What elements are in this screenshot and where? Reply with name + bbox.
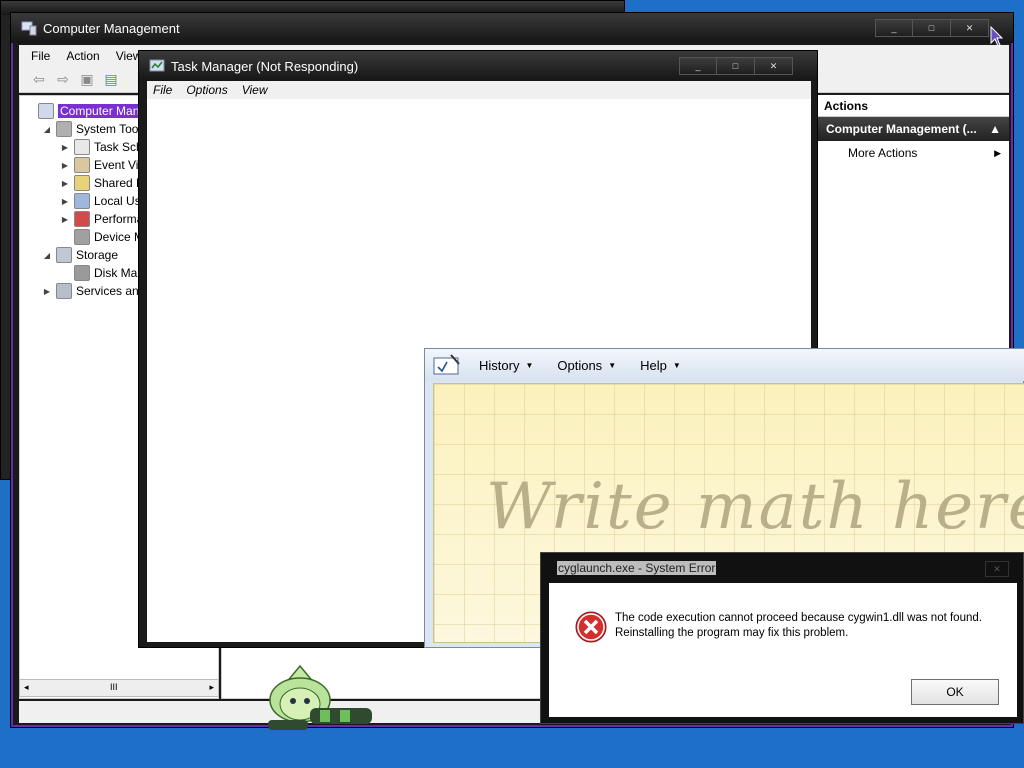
submenu-arrow-icon: ▶ (994, 147, 1001, 158)
expanded-arrow-icon[interactable]: ◢ (42, 125, 52, 134)
close-button[interactable]: ✕ (951, 19, 989, 37)
dropdown-caret-icon: ▼ (672, 360, 681, 370)
scroll-left-icon[interactable]: ◂ (24, 682, 29, 693)
cm-title: Computer Management (43, 20, 180, 36)
users-icon (74, 193, 90, 209)
dropdown-caret-icon: ▼ (525, 360, 534, 370)
cm-titlebar[interactable]: Computer Management _ □ ✕ (11, 13, 1013, 43)
error-message-line2: Reinstalling the program may fix this pr… (615, 627, 849, 639)
tm-menu-options[interactable]: Options (186, 83, 227, 97)
minimize-button[interactable]: _ (875, 19, 913, 37)
tm-close-button[interactable]: ✕ (755, 57, 793, 75)
dropdown-caret-icon: ▼ (608, 360, 617, 370)
tools-icon (56, 121, 72, 137)
computer-management-icon (21, 21, 37, 36)
tm-menu-view[interactable]: View (242, 83, 268, 97)
forward-arrow-icon[interactable]: ⇨ (53, 71, 73, 89)
tm-titlebar[interactable]: Task Manager (Not Responding) _ □ ✕ (139, 51, 817, 81)
menu-help-label: Help (640, 357, 667, 373)
error-message: The code execution cannot proceed becaus… (615, 611, 1015, 641)
menu-help[interactable]: Help ▼ (640, 358, 681, 373)
math-input-logo-icon (433, 354, 460, 375)
collapsed-arrow-icon[interactable]: ▶ (60, 179, 70, 188)
actions-section-label: Computer Management (... (826, 122, 977, 136)
tree-item-label: System Tools (76, 122, 148, 136)
mouse-cursor-icon (990, 26, 1004, 47)
math-menubar: History ▼ Options ▼ Help ▼ (425, 349, 1024, 381)
back-arrow-icon[interactable]: ⇦ (29, 71, 49, 89)
tree-horizontal-scrollbar[interactable]: ◂ III ▸ (19, 679, 219, 697)
more-actions-label: More Actions (848, 146, 918, 160)
error-dialog-body: The code execution cannot proceed becaus… (549, 583, 1017, 717)
event-viewer-icon (74, 157, 90, 173)
menu-history[interactable]: History ▼ (479, 358, 533, 373)
tm-title: Task Manager (Not Responding) (171, 58, 359, 74)
collapsed-arrow-icon[interactable]: ▶ (42, 287, 52, 296)
actions-section-header[interactable]: Computer Management (... ▲ (818, 117, 1009, 141)
storage-icon (56, 247, 72, 263)
scroll-thumb[interactable]: III (110, 682, 118, 692)
more-actions-item[interactable]: More Actions ▶ (818, 141, 1009, 165)
tm-menu-file[interactable]: File (153, 83, 172, 97)
collapsed-arrow-icon[interactable]: ▶ (60, 143, 70, 152)
tree-item-label: Storage (76, 248, 119, 262)
computer-icon (38, 103, 54, 119)
collapsed-arrow-icon[interactable]: ▶ (60, 161, 70, 170)
menu-options-label: Options (557, 357, 603, 373)
menu-file[interactable]: File (31, 49, 50, 63)
collapse-up-icon[interactable]: ▲ (989, 122, 1001, 136)
error-dialog-title: cyglaunch.exe - System Error (557, 561, 717, 575)
services-icon (56, 283, 72, 299)
tm-menubar: File Options View (147, 81, 811, 99)
scroll-right-icon[interactable]: ▸ (209, 682, 214, 693)
menu-history-label: History (479, 357, 520, 373)
shared-folder-icon (74, 175, 90, 191)
performance-icon (74, 211, 90, 227)
collapsed-arrow-icon[interactable]: ▶ (60, 197, 70, 206)
clock-icon (74, 139, 90, 155)
show-hide-tree-icon[interactable]: ▣ (77, 71, 97, 89)
export-list-icon[interactable]: ▤ (101, 71, 121, 89)
tm-maximize-button[interactable]: □ (717, 57, 755, 75)
device-manager-icon (74, 229, 90, 245)
task-manager-icon (149, 59, 165, 72)
menu-action[interactable]: Action (66, 49, 99, 63)
write-math-hint: Write math here (486, 470, 1024, 544)
peridot-sticker-image (268, 664, 372, 730)
collapsed-arrow-icon[interactable]: ▶ (60, 215, 70, 224)
disk-icon (74, 265, 90, 281)
error-icon (575, 611, 607, 643)
ok-button[interactable]: OK (911, 679, 999, 705)
error-close-button[interactable]: ✕ (985, 561, 1009, 577)
system-error-dialog: cyglaunch.exe - System Error ✕ The code … (540, 552, 1024, 724)
error-message-line1: The code execution cannot proceed becaus… (615, 612, 982, 624)
actions-header: Actions (818, 95, 1009, 117)
tm-minimize-button[interactable]: _ (679, 57, 717, 75)
maximize-button[interactable]: □ (913, 19, 951, 37)
menu-options[interactable]: Options ▼ (557, 358, 616, 373)
expanded-arrow-icon[interactable]: ◢ (42, 251, 52, 260)
